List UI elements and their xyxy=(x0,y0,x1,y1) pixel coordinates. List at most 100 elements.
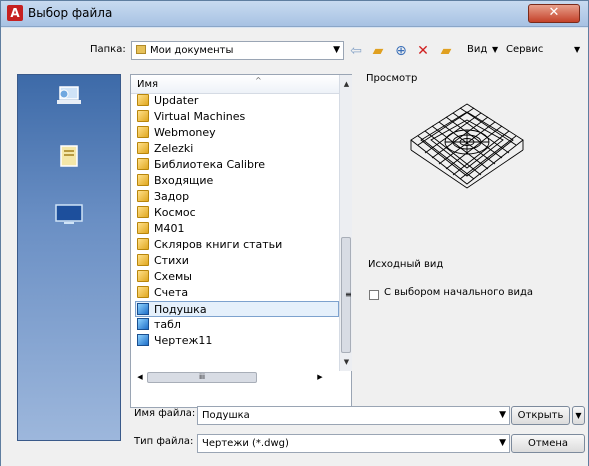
place-history[interactable] xyxy=(18,75,122,139)
filename-input[interactable]: Подушка ▼ xyxy=(197,406,510,425)
initial-view-label: Исходный вид xyxy=(368,259,444,270)
preview-wireframe-image xyxy=(410,103,524,189)
delete-icon[interactable]: ✕ xyxy=(415,42,431,60)
scroll-down-icon[interactable]: ▼ xyxy=(340,355,353,369)
grip-icon: ≡ xyxy=(345,290,352,299)
folder-icon xyxy=(137,142,149,154)
list-item[interactable]: Входящие xyxy=(137,173,337,189)
folder-icon xyxy=(137,254,149,266)
list-item-label: Стихи xyxy=(154,254,189,267)
places-bar xyxy=(17,74,121,441)
open-button-label: Открыть xyxy=(517,410,564,421)
initial-view-checkbox[interactable] xyxy=(369,290,379,300)
file-list[interactable]: Имя ^ Updater Virtual Machines Webmoney … xyxy=(130,74,352,408)
preview-label: Просмотр xyxy=(366,73,418,84)
scroll-right-icon[interactable]: ▶ xyxy=(315,371,325,384)
list-item[interactable]: Счета xyxy=(137,285,337,301)
list-item[interactable]: табл xyxy=(137,317,337,333)
folder-icon xyxy=(137,190,149,202)
hscroll-thumb[interactable]: iii xyxy=(147,372,257,383)
list-item[interactable]: Чертеж11 xyxy=(137,333,337,349)
view-menu-button[interactable]: Вид xyxy=(467,44,487,55)
search-web-icon[interactable]: ⊕ xyxy=(393,42,409,60)
desktop-icon xyxy=(55,204,83,224)
column-name-label: Имя xyxy=(137,79,159,90)
folder-select-value: Мои документы xyxy=(150,45,234,56)
history-icon xyxy=(57,86,81,104)
vertical-scrollbar[interactable]: ▲ ≡ ▼ xyxy=(339,75,352,371)
folder-icon xyxy=(137,206,149,218)
list-item-label: Webmoney xyxy=(154,126,216,139)
window-title: Выбор файла xyxy=(28,6,113,20)
cancel-button[interactable]: Отмена xyxy=(511,434,585,453)
list-item[interactable]: Virtual Machines xyxy=(137,109,337,125)
list-item[interactable]: M401 xyxy=(137,221,337,237)
list-item-label: Схемы xyxy=(154,270,192,283)
dwg-file-icon xyxy=(137,303,149,315)
open-options-chevron-icon[interactable]: ▼ xyxy=(572,406,585,425)
filetype-label: Тип файла: xyxy=(134,436,194,447)
chevron-down-icon[interactable]: ▼ xyxy=(499,407,506,424)
column-header-name[interactable]: Имя ^ xyxy=(131,75,339,94)
folder-select[interactable]: Мои документы ▼ xyxy=(131,41,344,60)
service-chevron-icon[interactable]: ▼ xyxy=(574,45,580,54)
folder-icon xyxy=(137,94,149,106)
dwg-file-icon xyxy=(137,334,149,346)
view-menu-label: Вид xyxy=(467,44,488,55)
open-button[interactable]: Открыть xyxy=(511,406,570,425)
list-item-label: Скляров книги статьи xyxy=(154,238,283,251)
chevron-down-icon[interactable]: ▼ xyxy=(499,435,506,452)
list-item-label: Zelezki xyxy=(154,142,194,155)
dwg-file-icon xyxy=(137,318,149,330)
title-bar[interactable]: A Выбор файла ✕ xyxy=(1,1,588,27)
file-dialog-window: A Выбор файла ✕ Папка: Мои документы ▼ ⇦… xyxy=(0,0,589,466)
new-folder-icon[interactable]: ▰ xyxy=(437,42,455,60)
list-item-selected[interactable]: Подушка xyxy=(135,301,339,317)
list-item-label: Updater xyxy=(154,94,199,107)
back-arrow-icon[interactable]: ⇦ xyxy=(348,42,364,60)
sort-up-icon: ^ xyxy=(255,76,262,85)
list-item-label: Счета xyxy=(154,286,189,299)
horizontal-scrollbar[interactable]: ◀ iii ▶ xyxy=(135,371,325,384)
list-item[interactable]: Библиотека Calibre xyxy=(137,157,337,173)
folder-label: Папка: xyxy=(90,44,126,55)
list-item-label: Чертеж11 xyxy=(154,334,213,347)
place-desktop[interactable] xyxy=(18,193,122,257)
up-folder-icon[interactable]: ▰ xyxy=(369,42,387,60)
list-item-label: M401 xyxy=(154,222,185,235)
list-item-label: Задор xyxy=(154,190,190,203)
filename-label: Имя файла: xyxy=(134,408,196,419)
list-item-label: Космос xyxy=(154,206,196,219)
folder-icon xyxy=(137,238,149,250)
folder-icon xyxy=(137,286,149,298)
list-item-label: Подушка xyxy=(154,303,207,316)
autocad-app-icon: A xyxy=(7,5,23,21)
list-item[interactable]: Задор xyxy=(137,189,337,205)
scroll-up-icon[interactable]: ▲ xyxy=(340,77,353,91)
cancel-button-label: Отмена xyxy=(527,438,569,449)
list-item[interactable]: Скляров книги статьи xyxy=(137,237,337,253)
close-button[interactable]: ✕ xyxy=(528,4,580,23)
place-documents[interactable] xyxy=(18,135,122,199)
initial-view-checkbox-label: С выбором начального вида xyxy=(384,287,534,298)
list-item-label: табл xyxy=(154,318,181,331)
list-item[interactable]: Zelezki xyxy=(137,141,337,157)
list-item[interactable]: Схемы xyxy=(137,269,337,285)
folder-icon xyxy=(137,174,149,186)
list-item[interactable]: Webmoney xyxy=(137,125,337,141)
folder-icon xyxy=(137,270,149,282)
folder-icon xyxy=(137,158,149,170)
filetype-select[interactable]: Чертежи (*.dwg) ▼ xyxy=(197,434,510,453)
scroll-left-icon[interactable]: ◀ xyxy=(135,371,145,384)
list-item-label: Библиотека Calibre xyxy=(154,158,266,171)
folder-icon xyxy=(137,126,149,138)
documents-folder-icon xyxy=(60,145,78,167)
view-chevron-icon[interactable]: ▼ xyxy=(492,45,498,54)
list-item[interactable]: Космос xyxy=(137,205,337,221)
list-item[interactable]: Updater xyxy=(137,93,337,109)
list-item-label: Входящие xyxy=(154,174,214,187)
service-menu-button[interactable]: Сервис xyxy=(506,44,543,55)
scroll-thumb[interactable]: ≡ xyxy=(341,237,352,353)
filename-value: Подушка xyxy=(202,410,250,421)
list-item[interactable]: Стихи xyxy=(137,253,337,269)
